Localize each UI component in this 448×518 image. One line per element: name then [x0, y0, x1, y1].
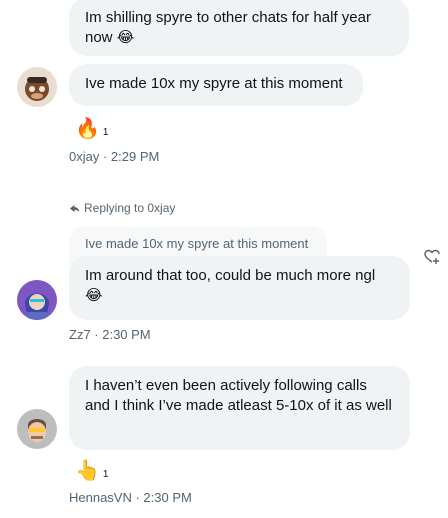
message-text: I haven’t even been actively following c…	[85, 377, 392, 414]
avatar[interactable]	[17, 409, 57, 449]
reaction[interactable]: 👆 1	[75, 460, 108, 482]
reply-arrow-icon	[69, 204, 80, 212]
face-with-tears-of-joy-emoji: 😂	[116, 29, 135, 46]
message-bubble[interactable]: Im shilling spyre to other chats for hal…	[69, 0, 409, 56]
avatar[interactable]	[17, 280, 57, 320]
message-meta: Zz7 · 2:30 PM	[69, 327, 151, 342]
backhand-index-pointing-up-emoji: 👆	[75, 460, 100, 482]
message-meta: 0xjay · 2:29 PM	[69, 149, 160, 164]
message-text: Im around that too, could be much more n…	[85, 267, 376, 284]
reply-label-text: Replying to 0xjay	[84, 201, 176, 215]
message-bubble[interactable]: I haven’t even been actively following c…	[69, 366, 410, 450]
reply-label[interactable]: Replying to 0xjay	[69, 201, 175, 215]
message-bubble[interactable]: Ive made 10x my spyre at this moment	[69, 64, 363, 106]
message-text: Ive made 10x my spyre at this moment	[85, 75, 343, 92]
reaction-count: 1	[102, 127, 109, 138]
message-bubble[interactable]: Im around that too, could be much more n…	[69, 256, 410, 320]
message-meta: HennasVN · 2:30 PM	[69, 490, 192, 505]
face-with-tears-of-joy-emoji: 😂	[85, 287, 103, 304]
reaction[interactable]: 🔥 1	[75, 118, 108, 140]
quoted-text: Ive made 10x my spyre at this moment	[85, 236, 309, 251]
avatar[interactable]	[17, 67, 57, 107]
add-reaction-icon[interactable]	[422, 246, 442, 266]
fire-emoji: 🔥	[75, 118, 100, 140]
reaction-count: 1	[102, 469, 109, 480]
